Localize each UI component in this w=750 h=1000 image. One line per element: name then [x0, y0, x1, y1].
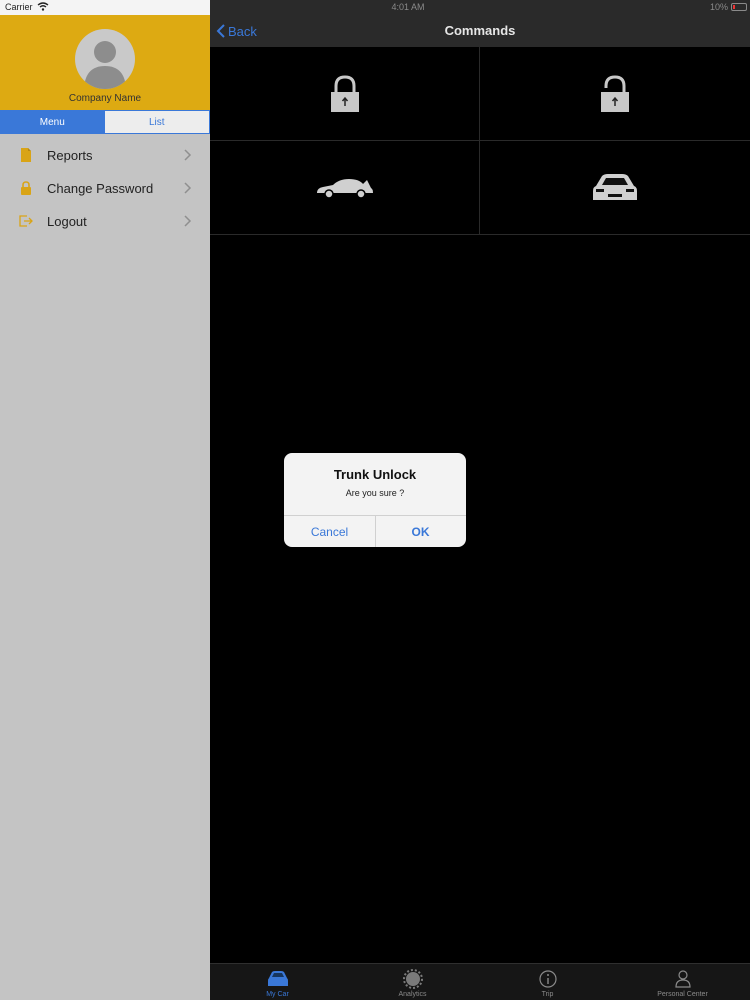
lock-icon [21, 181, 31, 195]
sidebar-item-label: Logout [47, 214, 87, 229]
cancel-button[interactable]: Cancel [284, 516, 375, 547]
car-front-icon [593, 173, 637, 200]
unlock-icon [601, 74, 629, 112]
battery-percent: 10% [709, 2, 728, 12]
sidebar-item-change-password[interactable]: Change Password [0, 172, 210, 205]
sidebar-item-reports[interactable]: Reports [0, 139, 210, 172]
chevron-right-icon [184, 182, 192, 194]
navigation-bar: Back Commands [210, 15, 750, 47]
command-lock[interactable] [210, 47, 480, 141]
trunk-icon [316, 178, 373, 199]
status-time: 4:01 AM [391, 2, 425, 12]
ok-button[interactable]: OK [375, 516, 466, 547]
tab-label: Personal Center [657, 991, 708, 998]
sidebar-item-logout[interactable]: Logout [0, 205, 210, 238]
lock-icon [330, 74, 359, 112]
logout-icon [19, 215, 33, 227]
wifi-icon [37, 2, 49, 11]
tab-analytics[interactable]: Analytics [345, 964, 480, 1000]
car-icon [268, 971, 288, 986]
person-silhouette-icon [84, 41, 126, 89]
confirm-dialog: Trunk Unlock Are you sure ? Cancel OK [284, 453, 466, 547]
status-bar-left: Carrier [0, 0, 210, 15]
command-car-front[interactable] [480, 141, 750, 235]
tab-trip[interactable]: Trip [480, 964, 615, 1000]
page-title: Commands [444, 23, 516, 38]
person-icon [675, 970, 691, 988]
tab-bar: My Car Analytics Trip Personal Center [210, 963, 750, 1000]
sidebar: Company Name Menu List Reports Change Pa… [0, 15, 210, 1000]
company-name: Company Name [68, 93, 142, 104]
dialog-message: Are you sure ? [345, 488, 405, 498]
tab-label: My Car [266, 991, 289, 998]
status-bar: Carrier 4:01 AM 10% [0, 0, 750, 15]
tab-my-car[interactable]: My Car [210, 964, 345, 1000]
document-icon [21, 148, 31, 162]
profile-header: Company Name [0, 15, 210, 110]
tab-list[interactable]: List [105, 111, 210, 133]
dialog-title: Trunk Unlock [333, 467, 417, 482]
status-bar-right: 4:01 AM 10% [210, 0, 750, 15]
menu-list-segmented-control: Menu List [0, 110, 210, 134]
sidebar-item-label: Change Password [47, 181, 154, 196]
analytics-icon [403, 969, 423, 989]
chevron-right-icon [184, 215, 192, 227]
chevron-right-icon [184, 149, 192, 161]
tab-menu[interactable]: Menu [0, 111, 105, 133]
command-trunk[interactable] [210, 141, 480, 235]
tab-label: Analytics [398, 991, 427, 998]
sidebar-item-label: Reports [47, 148, 93, 163]
carrier-label: Carrier [5, 2, 33, 12]
commands-grid [210, 47, 750, 236]
battery-icon [731, 3, 747, 11]
avatar[interactable] [75, 29, 135, 89]
tab-label: Trip [541, 991, 554, 998]
info-icon [539, 970, 557, 988]
tab-personal-center[interactable]: Personal Center [615, 964, 750, 1000]
command-unlock[interactable] [480, 47, 750, 141]
